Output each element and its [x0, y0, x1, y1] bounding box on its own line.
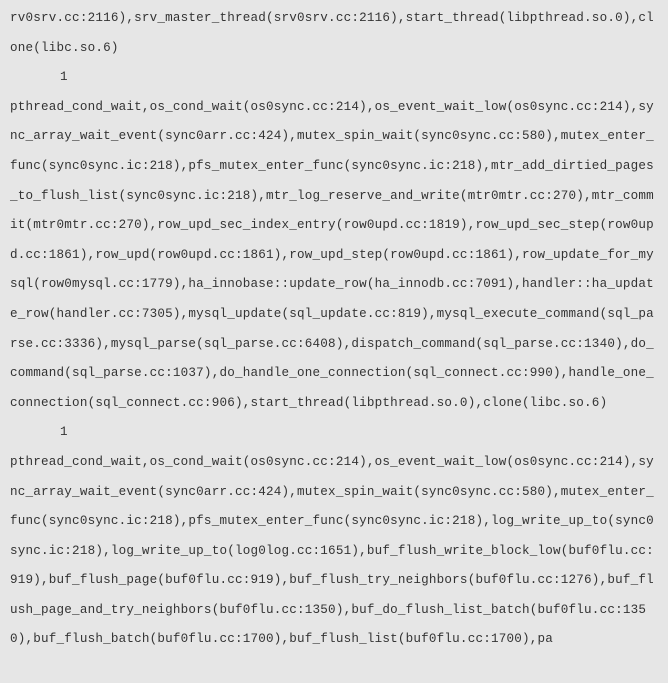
stack-trace-block: pthread_cond_wait,os_cond_wait(os0sync.c… — [10, 448, 658, 655]
stack-trace-output: rv0srv.cc:2116),srv_master_thread(srv0sr… — [0, 0, 668, 665]
occurrence-count: 1 — [10, 418, 658, 448]
occurrence-count: 1 — [10, 63, 658, 93]
stack-trace-block: rv0srv.cc:2116),srv_master_thread(srv0sr… — [10, 4, 658, 63]
stack-trace-block: pthread_cond_wait,os_cond_wait(os0sync.c… — [10, 93, 658, 419]
